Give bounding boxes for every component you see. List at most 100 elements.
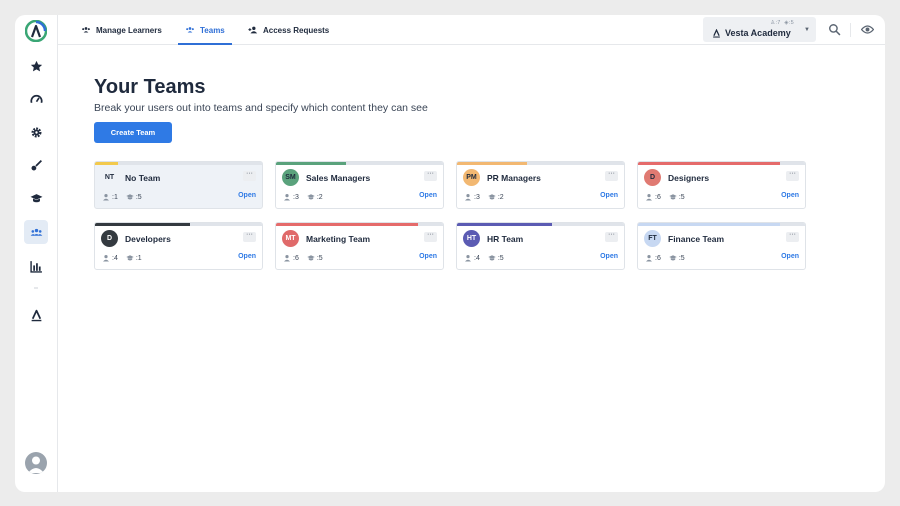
team-card[interactable]: D Designers ··· :6 :5 Open (637, 161, 806, 209)
learner-count-stat: :3 (283, 193, 299, 201)
open-team-link[interactable]: Open (238, 192, 256, 199)
course-count: :1 (135, 254, 142, 262)
tab-manage-learners[interactable]: Manage Learners (81, 15, 162, 45)
learner-count-stat: :6 (645, 254, 661, 262)
org-counts: ♙:7 ◈:5 (770, 20, 794, 26)
sidebar-item-favorites[interactable] (24, 54, 48, 78)
team-progress-track (457, 162, 624, 165)
sidebar-divider (34, 287, 38, 289)
more-options-icon[interactable]: ··· (243, 170, 256, 181)
course-count: :2 (497, 193, 504, 201)
learner-count: :4 (112, 254, 118, 262)
more-options-icon[interactable]: ··· (786, 231, 799, 242)
team-name: Designers (668, 173, 710, 183)
graduation-cap-icon (307, 255, 315, 261)
academy-logo-icon (713, 28, 720, 38)
sidebar-item-dashboard[interactable] (24, 87, 48, 111)
user-avatar[interactable] (25, 452, 47, 474)
team-card[interactable]: HT HR Team ··· :4 :5 Open (456, 222, 625, 270)
team-stats: :3 :2 (283, 193, 323, 201)
course-count: :5 (135, 193, 142, 201)
team-card[interactable]: D Developers ··· :4 :1 Open (94, 222, 263, 270)
course-count: :2 (316, 193, 323, 201)
org-course-count: :5 (788, 20, 794, 26)
tab-label: Access Requests (263, 25, 330, 35)
sidebar-item-courses[interactable] (24, 186, 48, 210)
learner-count-stat: :6 (283, 254, 299, 262)
tab-access-requests[interactable]: Access Requests (248, 15, 329, 45)
more-options-icon[interactable]: ··· (424, 170, 437, 181)
learner-count: :6 (655, 254, 661, 262)
more-options-icon[interactable]: ··· (243, 231, 256, 242)
team-stats: :4 :1 (102, 254, 142, 262)
user-icon (646, 255, 652, 262)
organization-switcher[interactable]: ♙:7 ◈:5 Vesta Academy ▼ (703, 17, 816, 42)
team-card[interactable]: MT Marketing Team ··· :6 :5 Open (275, 222, 444, 270)
course-count-stat: :5 (669, 254, 685, 262)
team-badge: D (644, 169, 661, 186)
open-team-link[interactable]: Open (600, 192, 618, 199)
more-options-icon[interactable]: ··· (786, 170, 799, 181)
search-icon[interactable] (828, 23, 841, 36)
team-name: PR Managers (487, 173, 541, 183)
sidebar-item-teams[interactable] (24, 220, 48, 244)
open-team-link[interactable]: Open (781, 253, 799, 260)
open-team-link[interactable]: Open (238, 253, 256, 260)
team-badge: D (101, 230, 118, 247)
sidebar-item-reports[interactable] (24, 254, 48, 278)
sidebar-item-academy[interactable] (24, 303, 48, 327)
org-name: Vesta Academy (725, 28, 791, 38)
learner-count: :6 (655, 193, 661, 201)
graduation-cap-icon (669, 255, 677, 261)
team-stats: :6 :5 (645, 193, 685, 201)
team-name: Finance Team (668, 234, 725, 244)
more-options-icon[interactable]: ··· (605, 231, 618, 242)
course-count-stat: :1 (126, 254, 142, 262)
more-options-icon[interactable]: ··· (605, 170, 618, 181)
user-icon (284, 255, 290, 262)
more-options-icon[interactable]: ··· (424, 231, 437, 242)
graduation-cap-icon (488, 255, 496, 261)
team-progress-track (638, 162, 805, 165)
open-team-link[interactable]: Open (419, 192, 437, 199)
open-team-link[interactable]: Open (600, 253, 618, 260)
sidebar-item-design[interactable] (24, 153, 48, 177)
sidebar-item-settings[interactable] (24, 120, 48, 144)
team-name: HR Team (487, 234, 524, 244)
org-learner-count: :7 (775, 20, 781, 26)
team-card[interactable]: NT No Team ··· :1 :5 Open (94, 161, 263, 209)
sidebar (15, 15, 58, 492)
tab-teams[interactable]: Teams (178, 15, 232, 45)
team-progress-fill (276, 223, 418, 226)
course-count: :5 (678, 193, 685, 201)
team-badge: MT (282, 230, 299, 247)
course-count: :5 (678, 254, 685, 262)
course-count-stat: :5 (126, 193, 142, 201)
eye-icon[interactable] (861, 23, 874, 36)
team-name: Marketing Team (306, 234, 371, 244)
open-team-link[interactable]: Open (781, 192, 799, 199)
team-stats: :3 :2 (464, 193, 504, 201)
team-stats: :4 :5 (464, 254, 504, 262)
team-stats: :1 :5 (102, 193, 142, 201)
learner-count: :1 (112, 193, 118, 201)
course-count-stat: :2 (307, 193, 323, 201)
course-count-stat: :5 (307, 254, 323, 262)
learner-count-stat: :3 (464, 193, 480, 201)
team-name: Sales Managers (306, 173, 371, 183)
team-card[interactable]: SM Sales Managers ··· :3 :2 Open (275, 161, 444, 209)
learner-count: :3 (474, 193, 480, 201)
team-stats: :6 :5 (283, 254, 323, 262)
app-logo-icon[interactable] (25, 20, 47, 42)
team-card[interactable]: PM PR Managers ··· :3 :2 Open (456, 161, 625, 209)
team-badge: NT (104, 174, 115, 181)
speedometer-icon (29, 94, 43, 103)
open-team-link[interactable]: Open (419, 253, 437, 260)
team-progress-fill (95, 162, 119, 165)
create-team-button[interactable]: Create Team (94, 122, 172, 143)
divider (850, 23, 851, 37)
team-card[interactable]: FT Finance Team ··· :6 :5 Open (637, 222, 806, 270)
user-icon (284, 194, 290, 201)
learner-count: :4 (474, 254, 480, 262)
team-badge: PM (463, 169, 480, 186)
